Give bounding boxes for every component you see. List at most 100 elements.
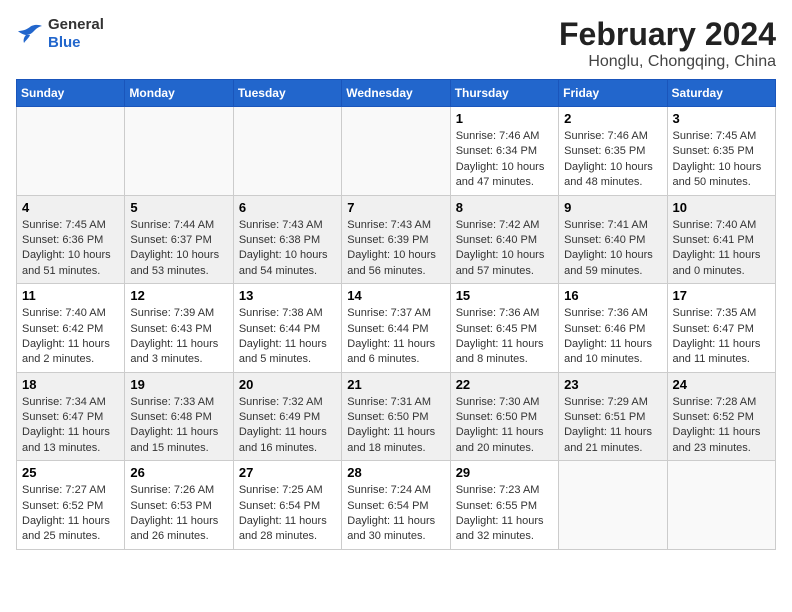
day-info: Sunrise: 7:45 AM Sunset: 6:36 PM Dayligh… — [22, 218, 119, 280]
day-info: Sunrise: 7:31 AM Sunset: 6:50 PM Dayligh… — [347, 395, 444, 457]
calendar-week-1: 1 Sunrise: 7:46 AM Sunset: 6:34 PM Daylig… — [17, 107, 776, 196]
calendar-cell: 24 Sunrise: 7:28 AM Sunset: 6:52 PM Dayli… — [667, 372, 775, 461]
day-number: 2 — [564, 111, 661, 126]
calendar-cell — [342, 107, 450, 196]
calendar-cell: 27 Sunrise: 7:25 AM Sunset: 6:54 PM Dayli… — [233, 461, 341, 550]
day-number: 1 — [456, 111, 553, 126]
calendar-cell: 19 Sunrise: 7:33 AM Sunset: 6:48 PM Dayli… — [125, 372, 233, 461]
calendar-cell — [17, 107, 125, 196]
day-info: Sunrise: 7:33 AM Sunset: 6:48 PM Dayligh… — [130, 395, 227, 457]
weekday-header-saturday: Saturday — [667, 80, 775, 107]
day-number: 25 — [22, 465, 119, 480]
day-number: 18 — [22, 377, 119, 392]
logo-blue: Blue — [48, 34, 81, 51]
day-info: Sunrise: 7:36 AM Sunset: 6:46 PM Dayligh… — [564, 306, 661, 368]
day-info: Sunrise: 7:32 AM Sunset: 6:49 PM Dayligh… — [239, 395, 336, 457]
day-info: Sunrise: 7:40 AM Sunset: 6:42 PM Dayligh… — [22, 306, 119, 368]
calendar-cell: 10 Sunrise: 7:40 AM Sunset: 6:41 PM Dayli… — [667, 195, 775, 284]
day-info: Sunrise: 7:40 AM Sunset: 6:41 PM Dayligh… — [673, 218, 770, 280]
day-number: 24 — [673, 377, 770, 392]
calendar-cell: 18 Sunrise: 7:34 AM Sunset: 6:47 PM Dayli… — [17, 372, 125, 461]
calendar-cell — [559, 461, 667, 550]
day-info: Sunrise: 7:41 AM Sunset: 6:40 PM Dayligh… — [564, 218, 661, 280]
calendar-cell: 4Sunrise: 7:45 AM Sunset: 6:36 PM Daylig… — [17, 195, 125, 284]
day-info: Sunrise: 7:43 AM Sunset: 6:39 PM Dayligh… — [347, 218, 444, 280]
day-info: Sunrise: 7:28 AM Sunset: 6:52 PM Dayligh… — [673, 395, 770, 457]
weekday-header-wednesday: Wednesday — [342, 80, 450, 107]
logo: General Blue — [16, 16, 104, 52]
calendar-cell: 8 Sunrise: 7:42 AM Sunset: 6:40 PM Daylig… — [450, 195, 558, 284]
day-info: Sunrise: 7:23 AM Sunset: 6:55 PM Dayligh… — [456, 483, 553, 545]
calendar-cell: 16Sunrise: 7:36 AM Sunset: 6:46 PM Dayli… — [559, 284, 667, 373]
calendar-cell: 3Sunrise: 7:45 AM Sunset: 6:35 PM Daylig… — [667, 107, 775, 196]
day-number: 11 — [22, 288, 119, 303]
day-number: 9 — [564, 200, 661, 215]
day-number: 6 — [239, 200, 336, 215]
weekday-header-tuesday: Tuesday — [233, 80, 341, 107]
day-info: Sunrise: 7:35 AM Sunset: 6:47 PM Dayligh… — [673, 306, 770, 368]
day-number: 28 — [347, 465, 444, 480]
header: General Blue February 2024 Honglu, Chong… — [16, 16, 776, 71]
calendar-cell: 29 Sunrise: 7:23 AM Sunset: 6:55 PM Dayli… — [450, 461, 558, 550]
day-info: Sunrise: 7:39 AM Sunset: 6:43 PM Dayligh… — [130, 306, 227, 368]
day-number: 10 — [673, 200, 770, 215]
day-number: 26 — [130, 465, 227, 480]
weekday-header-friday: Friday — [559, 80, 667, 107]
day-number: 8 — [456, 200, 553, 215]
day-info: Sunrise: 7:25 AM Sunset: 6:54 PM Dayligh… — [239, 483, 336, 545]
day-number: 7 — [347, 200, 444, 215]
logo-bird-icon — [16, 23, 44, 45]
calendar-cell: 17 Sunrise: 7:35 AM Sunset: 6:47 PM Dayli… — [667, 284, 775, 373]
calendar-cell: 26 Sunrise: 7:26 AM Sunset: 6:53 PM Dayli… — [125, 461, 233, 550]
day-number: 17 — [673, 288, 770, 303]
calendar-cell: 25Sunrise: 7:27 AM Sunset: 6:52 PM Dayli… — [17, 461, 125, 550]
day-number: 27 — [239, 465, 336, 480]
calendar-cell: 22 Sunrise: 7:30 AM Sunset: 6:50 PM Dayli… — [450, 372, 558, 461]
day-number: 15 — [456, 288, 553, 303]
calendar-cell: 11 Sunrise: 7:40 AM Sunset: 6:42 PM Dayli… — [17, 284, 125, 373]
day-info: Sunrise: 7:34 AM Sunset: 6:47 PM Dayligh… — [22, 395, 119, 457]
calendar-cell — [233, 107, 341, 196]
calendar-header: SundayMondayTuesdayWednesdayThursdayFrid… — [17, 80, 776, 107]
day-info: Sunrise: 7:24 AM Sunset: 6:54 PM Dayligh… — [347, 483, 444, 545]
day-info: Sunrise: 7:46 AM Sunset: 6:35 PM Dayligh… — [564, 129, 661, 191]
day-info: Sunrise: 7:38 AM Sunset: 6:44 PM Dayligh… — [239, 306, 336, 368]
calendar-week-4: 18 Sunrise: 7:34 AM Sunset: 6:47 PM Dayli… — [17, 372, 776, 461]
day-info: Sunrise: 7:45 AM Sunset: 6:35 PM Dayligh… — [673, 129, 770, 191]
calendar-week-2: 4Sunrise: 7:45 AM Sunset: 6:36 PM Daylig… — [17, 195, 776, 284]
day-number: 23 — [564, 377, 661, 392]
day-info: Sunrise: 7:37 AM Sunset: 6:44 PM Dayligh… — [347, 306, 444, 368]
page-title: February 2024 — [559, 16, 776, 53]
calendar-cell: 20 Sunrise: 7:32 AM Sunset: 6:49 PM Dayli… — [233, 372, 341, 461]
day-number: 21 — [347, 377, 444, 392]
day-number: 19 — [130, 377, 227, 392]
calendar-cell: 2 Sunrise: 7:46 AM Sunset: 6:35 PM Daylig… — [559, 107, 667, 196]
weekday-header-monday: Monday — [125, 80, 233, 107]
day-info: Sunrise: 7:42 AM Sunset: 6:40 PM Dayligh… — [456, 218, 553, 280]
day-number: 29 — [456, 465, 553, 480]
weekday-header-sunday: Sunday — [17, 80, 125, 107]
calendar-cell — [667, 461, 775, 550]
day-info: Sunrise: 7:46 AM Sunset: 6:34 PM Dayligh… — [456, 129, 553, 191]
calendar-cell: 5Sunrise: 7:44 AM Sunset: 6:37 PM Daylig… — [125, 195, 233, 284]
day-info: Sunrise: 7:36 AM Sunset: 6:45 PM Dayligh… — [456, 306, 553, 368]
day-number: 22 — [456, 377, 553, 392]
day-info: Sunrise: 7:43 AM Sunset: 6:38 PM Dayligh… — [239, 218, 336, 280]
calendar-cell — [125, 107, 233, 196]
day-number: 20 — [239, 377, 336, 392]
weekday-header-thursday: Thursday — [450, 80, 558, 107]
day-info: Sunrise: 7:29 AM Sunset: 6:51 PM Dayligh… — [564, 395, 661, 457]
day-info: Sunrise: 7:30 AM Sunset: 6:50 PM Dayligh… — [456, 395, 553, 457]
calendar-cell: 1 Sunrise: 7:46 AM Sunset: 6:34 PM Daylig… — [450, 107, 558, 196]
day-number: 14 — [347, 288, 444, 303]
calendar-cell: 7 Sunrise: 7:43 AM Sunset: 6:39 PM Daylig… — [342, 195, 450, 284]
day-info: Sunrise: 7:26 AM Sunset: 6:53 PM Dayligh… — [130, 483, 227, 545]
calendar-week-5: 25Sunrise: 7:27 AM Sunset: 6:52 PM Dayli… — [17, 461, 776, 550]
calendar-week-3: 11 Sunrise: 7:40 AM Sunset: 6:42 PM Dayli… — [17, 284, 776, 373]
calendar-table: SundayMondayTuesdayWednesdayThursdayFrid… — [16, 79, 776, 550]
calendar-cell: 6 Sunrise: 7:43 AM Sunset: 6:38 PM Daylig… — [233, 195, 341, 284]
day-number: 13 — [239, 288, 336, 303]
day-info: Sunrise: 7:44 AM Sunset: 6:37 PM Dayligh… — [130, 218, 227, 280]
logo-text: General Blue — [48, 16, 104, 52]
calendar-cell: 15 Sunrise: 7:36 AM Sunset: 6:45 PM Dayli… — [450, 284, 558, 373]
